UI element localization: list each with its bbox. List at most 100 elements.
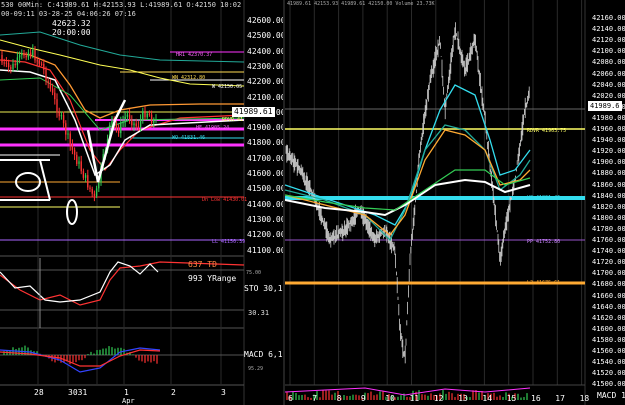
pivot-sub-label: 20:00:00: [52, 28, 91, 37]
right-price-tick: 41520.00: [592, 369, 625, 378]
left-candle-body: [1, 55, 3, 63]
right-price-tick: 41720.00: [592, 258, 625, 267]
right-x-tick: 8: [336, 394, 342, 403]
left-x-sub-apr: Apr: [122, 397, 135, 405]
left-x-label-1: 1: [124, 388, 129, 397]
level-rdvr-right: RDVR 41963.75: [527, 128, 567, 134]
ma-yellow-left: [0, 39, 245, 87]
left-x-label-28: 28: [34, 388, 44, 397]
left-price-tick: 42400.00: [247, 46, 283, 56]
right-price-tick: 41900.00: [592, 158, 625, 167]
left-price-tick: 42100.00: [247, 92, 283, 102]
left-candle-body: [133, 123, 135, 126]
left-price-tick: 41400.00: [247, 199, 283, 209]
right-price-tick: 42160.00: [592, 14, 625, 22]
stoch-white-line: [0, 261, 159, 303]
left-candle-body: [95, 188, 98, 196]
left-price-tick: 42300.00: [247, 61, 283, 71]
right-x-tick: 17: [555, 394, 565, 403]
macd-signal-line: [0, 349, 161, 367]
left-candle-body: [5, 62, 8, 64]
right-x-tick: 12: [433, 394, 444, 403]
right-price-tick: 42140.00: [592, 25, 625, 34]
pivot-label: 42623.32: [52, 19, 91, 28]
right-price-tick: 41600.00: [592, 324, 625, 333]
left-price-tick: 42200.00: [247, 77, 283, 87]
right-price-tick: 41580.00: [592, 335, 625, 344]
level-wo-right: WO 41831.46: [527, 195, 561, 201]
left-candle-body: [18, 55, 21, 58]
left-candle-body: [155, 119, 157, 121]
right-current-price-tag: 41989.6: [588, 101, 622, 111]
left-candle-body: [49, 82, 52, 89]
left-candle-body: [120, 122, 122, 134]
level-hf: HF 41905.24: [196, 125, 230, 131]
left-candle-body: [91, 188, 93, 194]
right-price-tick: 41640.00: [592, 302, 625, 311]
left-price-tick: 41200.00: [247, 230, 283, 240]
macd-label: MACD 6,1: [244, 350, 283, 359]
right-chart-panel[interactable]: 41989.61 42153.93 41989.61 42150.00 Volu…: [285, 0, 625, 405]
ma-red-left: [0, 59, 245, 171]
left-candle-body: [67, 133, 69, 135]
left-price-tick: 41500.00: [247, 184, 283, 194]
left-candle-body: [142, 111, 144, 120]
right-price-tick: 42040.00: [592, 80, 625, 89]
left-candle-body: [98, 182, 100, 189]
left-candle-body: [23, 53, 25, 56]
right-price-tick: 41560.00: [592, 347, 625, 355]
left-candle-body: [10, 67, 12, 70]
left-price-tick: 41100.00: [247, 245, 283, 255]
left-candle-body: [126, 114, 129, 117]
left-candle-body: [62, 115, 65, 124]
left-candle-body: [21, 53, 23, 56]
left-candle-body: [153, 120, 155, 123]
right-x-tick: 7: [312, 394, 318, 403]
left-candle-body: [12, 63, 14, 70]
right-price-tick: 41500.00: [592, 380, 625, 389]
right-price-tick: 41700.00: [592, 269, 625, 278]
right-price-tick: 41920.00: [592, 147, 625, 156]
left-candle-body: [80, 161, 82, 172]
left-candle-body: [122, 121, 124, 123]
right-price-tick: 41660.00: [592, 291, 625, 300]
left-chart-panel[interactable]: 530 00Min: C:41989.61 H:42153.93 L:41989…: [0, 0, 283, 405]
left-candle-body: [137, 126, 140, 128]
level-dlow: Dn Low 41430.01: [202, 197, 248, 203]
right-x-tick: 9: [360, 394, 366, 403]
right-price-tick: 41860.00: [592, 180, 625, 189]
left-candle-body: [54, 92, 56, 100]
left-candle-body: [3, 62, 5, 64]
level-wn: WN 42312.80: [172, 75, 206, 81]
right-price-tick: 42020.00: [592, 91, 625, 100]
left-candle-body: [146, 113, 148, 118]
left-candle-body: [89, 187, 91, 189]
level-wo-left: WO 41831.46: [172, 135, 206, 141]
left-price-tick: 41300.00: [247, 214, 283, 224]
right-x-tick: 16: [531, 394, 541, 403]
left-candle-body: [117, 128, 120, 134]
left-candle-body: [47, 81, 49, 83]
right-x-tick: 6: [288, 394, 293, 403]
left-candle-body: [139, 119, 142, 127]
left-candle-body: [43, 63, 45, 70]
left-candle-body: [84, 175, 87, 178]
left-candle-body: [45, 69, 47, 82]
right-chart-canvas[interactable]: [285, 0, 625, 405]
stoch-legend-yrange: 993 YRange: [188, 274, 237, 283]
left-chart-header: 530 00Min: C:41989.61 H:42153.93 L:41989…: [1, 1, 242, 9]
left-price-tick: 41800.00: [247, 138, 283, 148]
left-candle-body: [51, 88, 54, 93]
right-price-tick: 42100.00: [592, 47, 625, 56]
right-price-tick: 41680.00: [592, 280, 625, 289]
stoch-axis-top: 75.00: [246, 270, 262, 276]
left-candle-body: [32, 49, 34, 56]
right-x-tick: 15: [506, 394, 517, 403]
right-x-tick: 13: [458, 394, 468, 403]
left-candle-body: [111, 118, 113, 125]
left-candle-body: [56, 99, 58, 113]
left-candle-body: [69, 133, 71, 145]
left-x-label-2: 2: [171, 388, 176, 397]
left-candle-body: [25, 55, 27, 58]
level-ll: LL 41150.39: [212, 239, 246, 245]
